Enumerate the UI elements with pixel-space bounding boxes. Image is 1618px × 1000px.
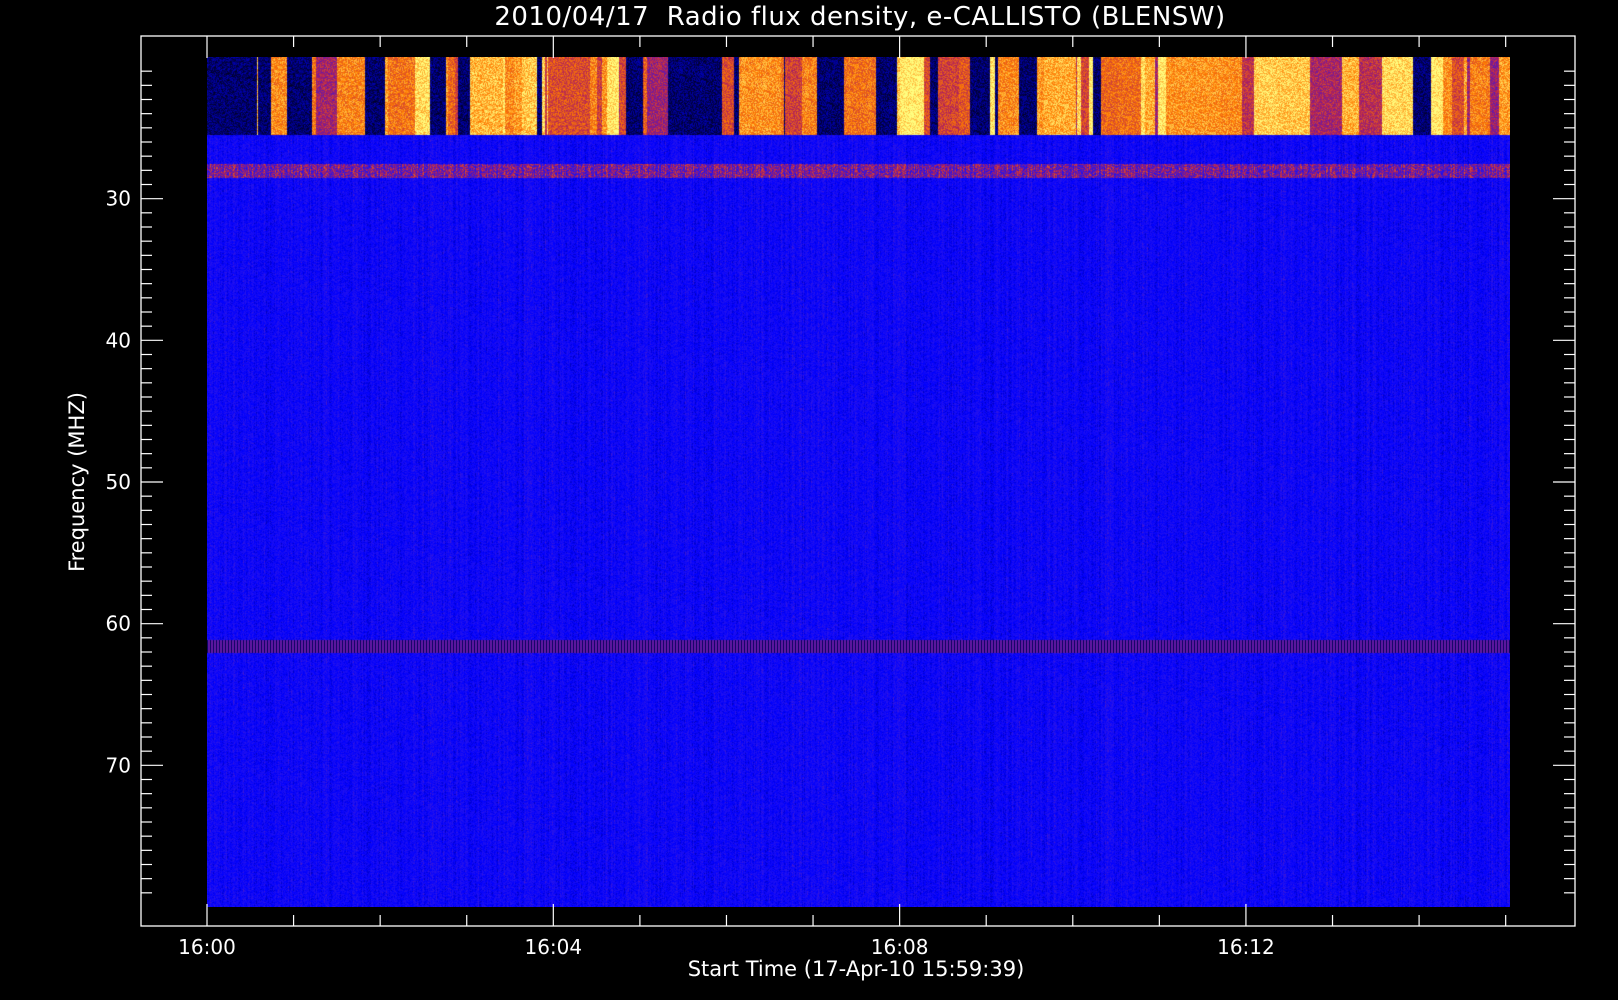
chart-title: 2010/04/17 Radio flux density, e-CALLIST…	[494, 2, 1225, 32]
heatmap-raster	[207, 57, 1510, 907]
x-tick-label: 16:12	[1217, 935, 1275, 959]
y-tick-label: 30	[106, 187, 131, 211]
spectrogram-figure: 2010/04/17 Radio flux density, e-CALLIST…	[0, 0, 1618, 1000]
y-tick-label: 60	[106, 612, 131, 636]
x-tick-label: 16:04	[524, 935, 582, 959]
y-tick-label: 70	[106, 753, 131, 777]
x-tick-label: 16:08	[871, 935, 929, 959]
heatmap-image	[207, 57, 1510, 907]
x-tick-label: 16:00	[178, 935, 236, 959]
y-tick-label: 50	[106, 470, 131, 494]
x-axis-label: Start Time (17-Apr-10 15:59:39)	[688, 957, 1025, 981]
y-axis-label: Frequency (MHZ)	[65, 392, 89, 572]
y-tick-label: 40	[106, 328, 131, 352]
